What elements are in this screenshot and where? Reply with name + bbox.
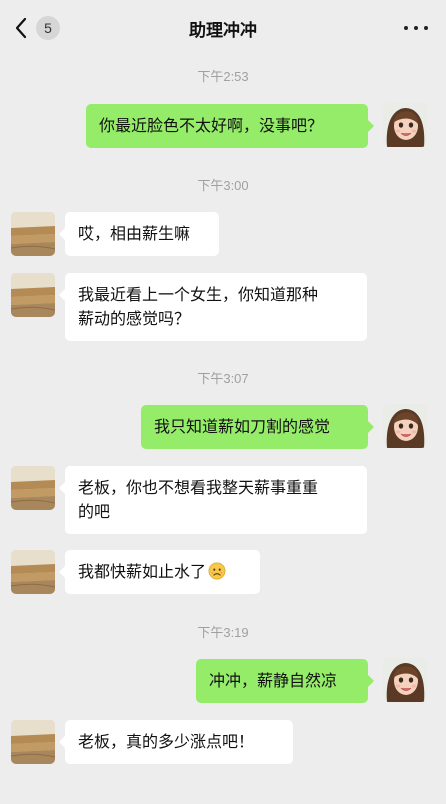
more-dots-icon[interactable] <box>404 18 428 38</box>
girl-avatar <box>383 103 427 147</box>
message-bubble-incoming[interactable]: 哎，相由薪生嘛 <box>59 212 219 256</box>
contact-avatar[interactable] <box>11 273 55 317</box>
chat-title: 助理冲冲 <box>189 21 257 41</box>
message-text-line: 薪动的感觉吗？ <box>78 309 191 328</box>
desert-avatar <box>11 212 55 256</box>
girl-avatar <box>383 658 427 702</box>
message-bubble-incoming[interactable]: 老板，真的多少涨点吧！ <box>59 720 293 764</box>
message-bubble-outgoing[interactable]: 冲冲，薪静自然凉 <box>196 659 374 703</box>
my-avatar[interactable] <box>383 658 427 702</box>
desert-avatar <box>11 466 55 510</box>
message-bubble-incoming[interactable]: 我都快薪如止水了 <box>59 550 260 594</box>
timestamp: 下午3:19 <box>197 625 249 640</box>
timestamp: 下午3:07 <box>197 371 249 386</box>
message-bubble-incoming[interactable]: 我最近看上一个女生，你知道那种 薪动的感觉吗？ <box>59 273 367 341</box>
timestamp: 下午2:53 <box>197 69 249 84</box>
message-bubble-outgoing[interactable]: 我只知道薪如刀割的感觉 <box>141 405 374 449</box>
message-text: 老板，真的多少涨点吧！ <box>78 732 255 751</box>
message-text-line: 老板，你也不想看我整天薪事重重 <box>78 478 319 497</box>
desert-avatar <box>11 720 55 764</box>
message-text-line: 我最近看上一个女生，你知道那种 <box>78 285 319 304</box>
message-text: 你最近脸色不太好啊，没事吧？ <box>99 116 324 135</box>
message-text: 哎，相由薪生嘛 <box>78 224 191 243</box>
chat-header: 5 助理冲冲 <box>0 0 446 56</box>
contact-avatar[interactable] <box>11 466 55 510</box>
girl-avatar <box>383 404 427 448</box>
message-bubble-incoming[interactable]: 老板，你也不想看我整天薪事重重 的吧 <box>59 466 367 534</box>
my-avatar[interactable] <box>383 404 427 448</box>
message-text: 冲冲，薪静自然凉 <box>209 671 338 690</box>
message-bubble-outgoing[interactable]: 你最近脸色不太好啊，没事吧？ <box>86 104 374 148</box>
message-text: 我只知道薪如刀割的感觉 <box>154 417 331 436</box>
desert-avatar <box>11 273 55 317</box>
my-avatar[interactable] <box>383 103 427 147</box>
contact-avatar[interactable] <box>11 212 55 256</box>
contact-avatar[interactable] <box>11 550 55 594</box>
message-text: 我都快薪如止水了 <box>78 562 207 581</box>
message-text-line: 的吧 <box>78 502 111 521</box>
desert-avatar <box>11 550 55 594</box>
contact-avatar[interactable] <box>11 720 55 764</box>
timestamp: 下午3:00 <box>197 178 249 193</box>
sad-face-emoji <box>208 562 226 580</box>
